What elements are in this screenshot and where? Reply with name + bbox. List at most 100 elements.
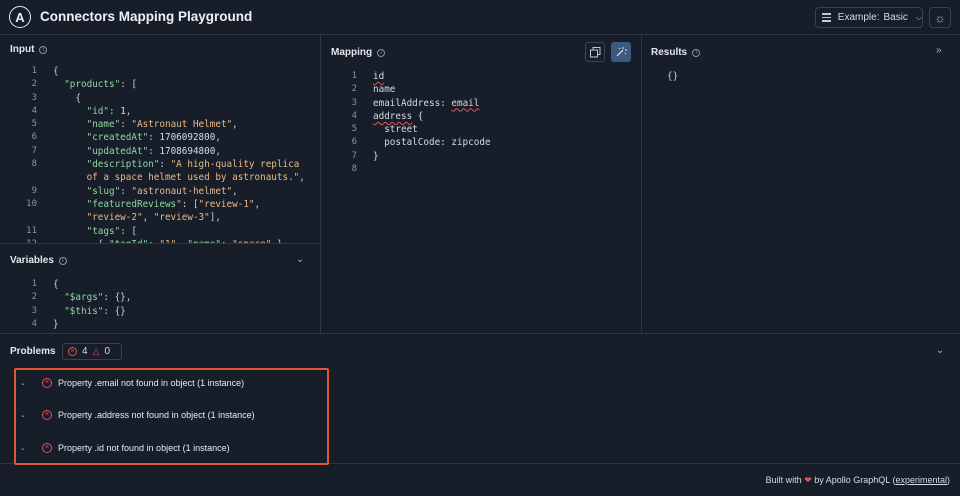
code-line: "tags": [ — [53, 225, 315, 238]
input-editor[interactable]: { "products": [ { "id": 1, "name": "Astr… — [53, 65, 315, 243]
code-token: : {} — [103, 305, 126, 317]
code-token: : — [159, 159, 171, 171]
code-token: "featuredReviews" — [86, 198, 182, 210]
footer-built-with: Built with — [765, 475, 802, 485]
code-token: "Astronaut Helmet" — [131, 119, 233, 131]
chevron-down-icon[interactable]: ⌄ — [20, 444, 38, 452]
code-line: "slug": "astronaut-helmet", — [53, 185, 315, 198]
code-line: "createdAt": 1706092800, — [53, 131, 315, 144]
apollo-logo-icon: A — [9, 6, 31, 28]
code-token: { — [53, 279, 59, 290]
example-value: Basic — [883, 12, 908, 23]
app-header: A Connectors Mapping Playground Example:… — [0, 0, 960, 35]
code-token: , — [299, 172, 305, 184]
code-token: "review-2" — [53, 212, 143, 224]
problem-counts: × 4 △ 0 — [62, 343, 122, 360]
code-token: : [ — [120, 225, 137, 237]
code-token: { — [412, 110, 424, 122]
problem-item[interactable]: ⌄ × Property .address not found in objec… — [20, 407, 255, 423]
input-line-numbers: 1 2 3 4 5 6 7 8 9 10 11 12 — [26, 66, 37, 243]
code-token: "tags" — [86, 225, 121, 237]
code-token: "createdAt" — [86, 132, 149, 144]
code-line: } — [373, 150, 635, 163]
code-token: "slug" — [86, 185, 121, 197]
code-token: "$this" — [64, 305, 104, 317]
mapping-line-numbers: 1 2 3 4 5 6 7 8 — [351, 71, 357, 175]
footer: Built with ❤ by Apollo GraphQL (experime… — [766, 475, 950, 486]
code-line: "$this": {} — [53, 305, 315, 318]
code-line: street — [373, 123, 635, 136]
info-icon[interactable]: i — [39, 45, 48, 54]
code-token: of a space helmet used by astronauts." — [53, 172, 300, 184]
example-select[interactable]: Example: Basic ⌵ — [815, 7, 923, 28]
theme-toggle-button[interactable]: ☼ — [929, 7, 951, 28]
format-button[interactable] — [611, 42, 631, 62]
copy-button[interactable] — [585, 42, 605, 62]
code-token: : — [120, 185, 132, 197]
results-panel-title: Results i — [651, 47, 701, 58]
code-token: } — [373, 150, 379, 162]
code-token: "id" — [86, 105, 109, 117]
code-line: "products": [ — [53, 78, 315, 91]
code-token: : — [148, 132, 160, 144]
footer-close: ) — [947, 475, 950, 485]
problem-item[interactable]: ⌄ × Property .id not found in object (1 … — [20, 440, 230, 456]
experimental-link[interactable]: experimental — [895, 475, 947, 485]
warning-count: 0 — [104, 346, 111, 357]
code-token: "products" — [64, 79, 121, 91]
code-token: : — [148, 145, 160, 157]
code-token: , — [125, 105, 132, 117]
sun-icon: ☼ — [934, 10, 946, 25]
problems-panel-title: Problems — [10, 346, 56, 357]
code-token: "description" — [86, 159, 160, 171]
code-token: "name" — [86, 119, 121, 131]
list-icon — [822, 11, 831, 24]
code-token: "updatedAt" — [86, 145, 149, 157]
code-token: "review-1" — [198, 198, 255, 210]
info-icon[interactable]: i — [377, 48, 386, 57]
info-icon[interactable]: i — [692, 48, 701, 57]
code-line: { "tagId": "1", "name": "space" }, — [53, 238, 315, 243]
code-line: of a space helmet used by astronauts.", — [53, 171, 315, 184]
divider — [641, 35, 642, 333]
code-token: 1706092800 — [159, 132, 216, 144]
results-label: Results — [651, 47, 688, 58]
code-token: , — [232, 185, 238, 197]
code-token: address — [373, 110, 413, 122]
collapse-variables-icon[interactable]: ⌄ — [296, 254, 304, 265]
code-line: name — [373, 83, 635, 96]
code-token: street — [373, 124, 418, 136]
variables-editor[interactable]: { "$args": {}, "$this": {}} — [53, 278, 315, 333]
problem-item[interactable]: ⌄ × Property .email not found in object … — [20, 375, 244, 391]
info-icon[interactable]: i — [58, 256, 67, 265]
collapse-problems-icon[interactable]: ⌄ — [936, 345, 944, 356]
code-token: ], — [209, 212, 221, 224]
code-line: { — [53, 92, 315, 105]
code-token: , — [254, 198, 261, 210]
code-token: : — [120, 119, 132, 131]
code-token: { — [53, 66, 59, 77]
code-line: { — [53, 65, 315, 78]
expand-results-icon[interactable]: » — [936, 45, 942, 56]
mapping-editor[interactable]: id name emailAddress: email address { stree… — [373, 70, 635, 180]
code-line: "review-2", "review-3"], — [53, 211, 315, 224]
error-count: 4 — [82, 346, 88, 357]
chevron-down-icon[interactable]: ⌄ — [20, 379, 38, 387]
error-icon: × — [42, 410, 52, 420]
code-token: { — [53, 92, 81, 104]
code-token: "space" — [232, 239, 271, 243]
code-token: "tagId" — [109, 239, 148, 243]
code-token: "$args" — [64, 292, 104, 304]
mapping-label: Mapping — [331, 47, 373, 58]
code-token: 1708694800 — [159, 145, 216, 157]
chevron-down-icon[interactable]: ⌄ — [20, 411, 38, 419]
